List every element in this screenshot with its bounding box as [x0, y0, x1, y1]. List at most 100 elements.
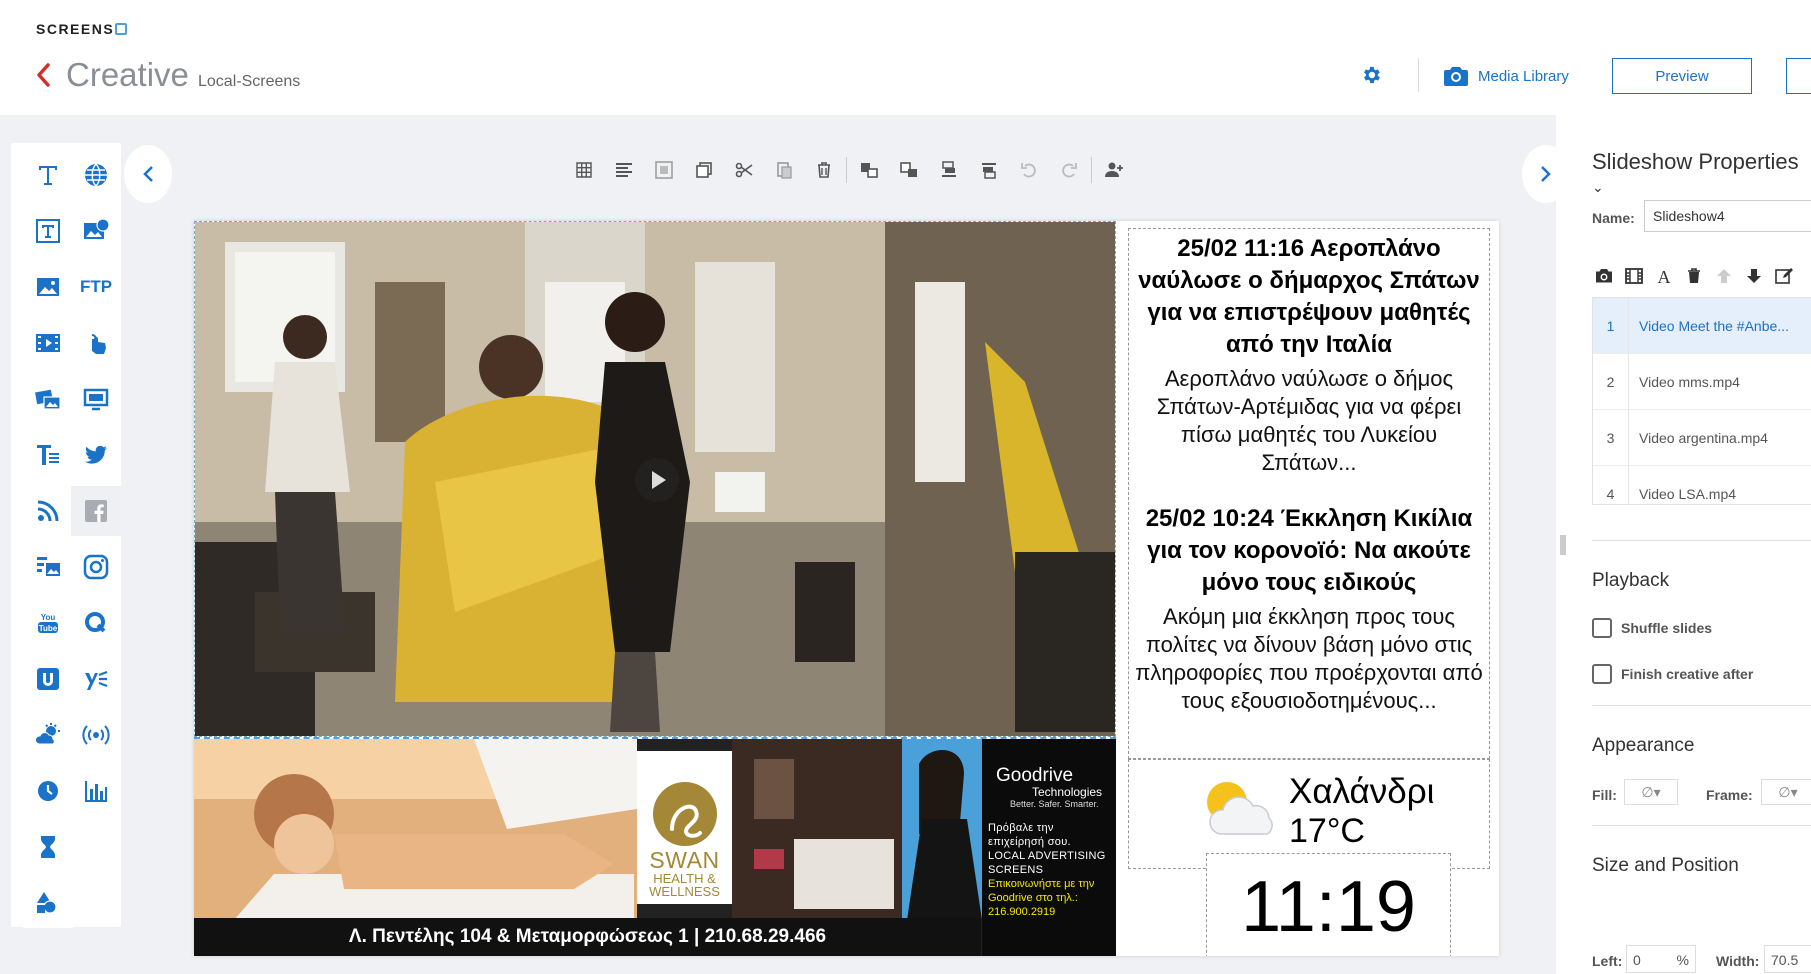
- width-field[interactable]: 70.5: [1764, 945, 1811, 973]
- weather-temperature: 17°C: [1289, 812, 1365, 850]
- add-image-button[interactable]: [1592, 265, 1616, 287]
- finish-creative-checkbox[interactable]: [1592, 664, 1612, 684]
- play-button[interactable]: [635, 458, 679, 502]
- add-user-icon: [1105, 162, 1123, 177]
- slide-item[interactable]: 1 Video Meet the #Anbe...: [1593, 298, 1811, 354]
- shuffle-slides-option[interactable]: Shuffle slides: [1592, 618, 1712, 638]
- text-icon: [39, 166, 57, 185]
- swan-brand-sub: HEALTH & WELLNESS: [649, 871, 720, 899]
- finish-creative-option[interactable]: Finish creative after: [1592, 664, 1753, 684]
- frame-color-picker[interactable]: ∅▾: [1761, 779, 1811, 805]
- toolbar-separator: [846, 157, 847, 183]
- gear-icon[interactable]: [1360, 64, 1382, 86]
- slide-item[interactable]: 4 Video LSA.mp4: [1593, 466, 1811, 504]
- broadcast-widget[interactable]: [71, 710, 121, 760]
- slide-number: 2: [1593, 354, 1629, 410]
- text-widget[interactable]: [23, 150, 73, 200]
- back-arrow-icon[interactable]: [36, 62, 50, 88]
- screen-widget[interactable]: [71, 374, 121, 424]
- image-web-widget[interactable]: [71, 206, 121, 256]
- properties-panel: Slideshow Properties ⌄ Name: A 1 Video M…: [1556, 115, 1811, 974]
- news-item: 25/02 10:24 Έκκληση Κικίλια για τον κορο…: [1131, 503, 1487, 715]
- yammer-widget[interactable]: [71, 654, 121, 704]
- collapse-caret-icon[interactable]: ⌄: [1592, 179, 1604, 196]
- arrow-up-icon: [1717, 269, 1731, 283]
- slide-label: Video LSA.mp4: [1639, 486, 1737, 502]
- grid-button[interactable]: [564, 155, 604, 185]
- chart-widget[interactable]: [71, 766, 121, 816]
- touch-widget[interactable]: [71, 318, 121, 368]
- image-widget[interactable]: [23, 262, 73, 312]
- slide-item[interactable]: 2 Video mms.mp4: [1593, 354, 1811, 410]
- slide-item[interactable]: 3 Video argentina.mp4: [1593, 410, 1811, 466]
- paste-button[interactable]: [764, 155, 804, 185]
- news-body: Αεροπλάνο ναύλωσε ο δήμος Σπάτων-Αρτέμιδ…: [1156, 366, 1462, 475]
- add-user-button[interactable]: [1094, 155, 1134, 185]
- move-up-button[interactable]: [1712, 265, 1736, 287]
- left-field[interactable]: 0%: [1626, 945, 1696, 973]
- bring-to-front-button[interactable]: [969, 155, 1009, 185]
- facebook-widget[interactable]: [71, 486, 121, 536]
- countdown-widget[interactable]: [23, 822, 73, 872]
- fill-color-picker[interactable]: ∅▾: [1624, 779, 1678, 805]
- delete-slide-button[interactable]: [1682, 265, 1706, 287]
- q-icon: [85, 612, 106, 633]
- weather-widget[interactable]: [23, 710, 73, 760]
- collapse-palette-button[interactable]: [124, 145, 172, 203]
- web-widget[interactable]: [71, 150, 121, 200]
- shuffle-slides-checkbox[interactable]: [1592, 618, 1612, 638]
- ticker-widget[interactable]: [23, 430, 73, 480]
- undo-button[interactable]: [1009, 155, 1049, 185]
- dynamic-media-widget[interactable]: [23, 542, 73, 592]
- align-button[interactable]: [604, 155, 644, 185]
- align-icon: [616, 163, 632, 177]
- fit-button[interactable]: [644, 155, 684, 185]
- cut-button[interactable]: [724, 155, 764, 185]
- app-logo[interactable]: SCREENS: [36, 21, 128, 37]
- clock-widget[interactable]: [23, 766, 73, 816]
- ftp-widget[interactable]: FTP: [71, 262, 121, 312]
- slideshow-zone[interactable]: [194, 221, 1116, 737]
- bring-forward-button[interactable]: [889, 155, 929, 185]
- clock-zone[interactable]: 11:19: [1206, 853, 1451, 956]
- qr-widget[interactable]: [71, 598, 121, 648]
- name-field[interactable]: [1644, 200, 1811, 232]
- redo-button[interactable]: [1049, 155, 1089, 185]
- logo-mark-icon: [115, 23, 128, 35]
- ustream-widget[interactable]: [23, 654, 73, 704]
- move-down-button[interactable]: [1742, 265, 1766, 287]
- send-to-back-button[interactable]: [929, 155, 969, 185]
- duplicate-button[interactable]: [684, 155, 724, 185]
- edit-slide-button[interactable]: [1772, 265, 1796, 287]
- grid-icon: [576, 162, 592, 178]
- header: SCREENS Creative Local-Screens Media Lib…: [0, 0, 1811, 115]
- instagram-widget[interactable]: [71, 542, 121, 592]
- left-unit: %: [1676, 952, 1689, 968]
- panel-resize-handle[interactable]: [1560, 535, 1566, 555]
- publish-button[interactable]: [1786, 58, 1811, 94]
- send-backward-button[interactable]: [849, 155, 889, 185]
- clock-icon: [38, 781, 58, 801]
- design-canvas[interactable]: SWAN HEALTH & WELLNESS Λ. Πεντέλης 104 &…: [194, 221, 1499, 956]
- rss-widget[interactable]: [23, 486, 73, 536]
- delete-button[interactable]: [804, 155, 844, 185]
- bring-forward-icon: [900, 162, 917, 177]
- text-box-icon: [36, 219, 60, 243]
- rss-news-zone[interactable]: 25/02 11:16 Αεροπλάνο ναύλωσε ο δήμαρχος…: [1128, 228, 1490, 759]
- touch-icon: [91, 334, 106, 354]
- preview-button[interactable]: Preview: [1612, 58, 1752, 94]
- slideshow-widget[interactable]: [23, 374, 73, 424]
- twitter-icon: [85, 445, 107, 464]
- slide-toolbar: A: [1592, 265, 1796, 287]
- video-widget[interactable]: [23, 318, 73, 368]
- add-video-button[interactable]: [1622, 265, 1646, 287]
- twitter-widget[interactable]: [71, 430, 121, 480]
- news-body: Ακόμη μια έκκληση προς τους πολίτες να δ…: [1135, 604, 1483, 713]
- text-box-widget[interactable]: [23, 206, 73, 256]
- image-zone[interactable]: SWAN HEALTH & WELLNESS Λ. Πεντέλης 104 &…: [194, 737, 1116, 956]
- add-text-button[interactable]: A: [1652, 265, 1676, 287]
- media-library-link[interactable]: Media Library: [1444, 64, 1569, 88]
- shapes-widget[interactable]: [23, 878, 73, 928]
- youtube-widget[interactable]: You Tube: [23, 598, 73, 648]
- sun-cloud-icon: [1207, 782, 1273, 835]
